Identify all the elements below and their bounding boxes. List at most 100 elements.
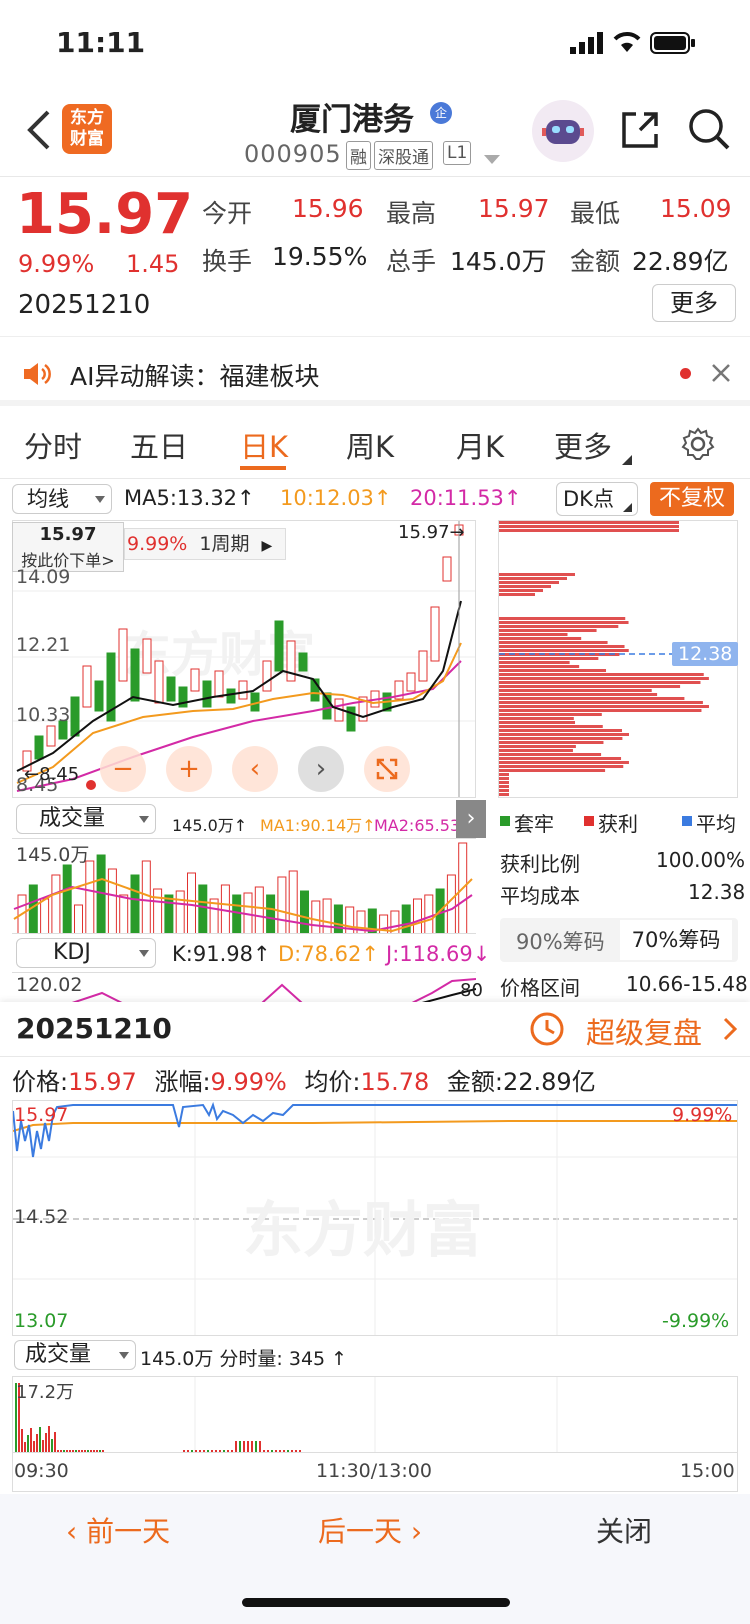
vol-value: 145.0万↑ bbox=[172, 816, 248, 835]
next-day-button[interactable]: 后一天 › bbox=[318, 1510, 422, 1550]
intraday-chart[interactable]: 东方财富 bbox=[12, 1100, 738, 1336]
intraday-volume-bar bbox=[24, 1442, 26, 1452]
candle bbox=[130, 648, 140, 702]
profit-ratio-value: 100.00% bbox=[656, 848, 745, 872]
dropdown-icon[interactable] bbox=[484, 150, 500, 169]
tab-monthly-k[interactable]: 月K bbox=[456, 424, 504, 466]
intraday-volume-bar bbox=[235, 1441, 237, 1452]
volume-bar bbox=[141, 860, 151, 933]
chip-bar bbox=[499, 641, 608, 644]
share-icon[interactable] bbox=[618, 108, 662, 156]
intraday-vol-top: 17.2万 bbox=[16, 1382, 75, 1403]
volume-bar bbox=[62, 864, 72, 933]
intraday-info-row: 价格:15.97 涨幅:9.99% 均价:15.78 金额:22.89亿 bbox=[12, 1068, 596, 1096]
low-marker: ←8.45 bbox=[24, 764, 80, 785]
chip-bar bbox=[499, 701, 703, 704]
volume-bar bbox=[187, 872, 196, 933]
ma-selector[interactable]: 均线 bbox=[12, 484, 112, 514]
intraday-volume-selector[interactable]: 成交量 bbox=[14, 1340, 136, 1370]
scroll-left-button[interactable]: ‹ bbox=[232, 746, 278, 792]
signal-icon bbox=[570, 32, 606, 58]
back-icon[interactable] bbox=[24, 108, 52, 156]
zoom-in-button[interactable]: + bbox=[166, 746, 212, 792]
volume-selector[interactable]: 成交量 bbox=[16, 804, 156, 834]
chip-bar bbox=[499, 757, 622, 760]
vol-ma1: MA1:90.14万↑ bbox=[260, 816, 376, 835]
volume-bar bbox=[322, 898, 332, 933]
tab-more[interactable]: 更多 bbox=[554, 424, 612, 466]
candle bbox=[202, 680, 212, 708]
close-button[interactable]: 关闭 bbox=[596, 1510, 652, 1550]
intraday-volume-bar bbox=[33, 1441, 35, 1452]
ai-banner-text[interactable]: AI异动解读：福建板块 bbox=[70, 357, 319, 393]
avg-cost-row-label: 平均成本 bbox=[500, 884, 580, 908]
intraday-volume-bar bbox=[39, 1427, 41, 1452]
chip-bar bbox=[499, 661, 570, 664]
value-low: 15.09 bbox=[660, 194, 732, 223]
value-amount: 22.89亿 bbox=[632, 247, 729, 276]
chip-bar bbox=[499, 585, 551, 588]
wifi-icon bbox=[612, 30, 642, 58]
side-expand-button[interactable]: › bbox=[456, 800, 486, 838]
kdj-d: D:78.62↑ bbox=[278, 942, 379, 966]
intraday-volume-bar bbox=[45, 1433, 47, 1452]
tab-five-day[interactable]: 五日 bbox=[130, 424, 188, 466]
volume-bar bbox=[266, 894, 276, 933]
chip-bar bbox=[499, 737, 623, 740]
low-dot bbox=[86, 780, 96, 790]
chip-bar bbox=[499, 769, 606, 772]
volume-bar bbox=[413, 898, 422, 933]
volume-bar bbox=[277, 876, 287, 933]
price-tooltip[interactable]: 15.97 按此价下单> bbox=[12, 522, 124, 572]
close-icon[interactable] bbox=[710, 362, 732, 388]
intraday-volume-bar bbox=[54, 1432, 56, 1452]
candle bbox=[274, 620, 284, 672]
avg-cost-row-value: 12.38 bbox=[688, 880, 746, 904]
chip-bar bbox=[499, 593, 535, 596]
tab-intraday[interactable]: 分时 bbox=[24, 424, 82, 466]
tab-daily-k[interactable]: 日K bbox=[240, 424, 288, 466]
time-mid: 11:30/13:00 bbox=[316, 1460, 432, 1482]
replay-clock-icon[interactable] bbox=[528, 1010, 566, 1052]
tag-level: L1 bbox=[443, 141, 472, 165]
tab-chip-70[interactable]: 70%筹码 bbox=[620, 920, 732, 960]
label-high: 最高 bbox=[386, 199, 437, 228]
volume-bar bbox=[333, 904, 343, 933]
dk-point-button[interactable]: DK点 bbox=[556, 482, 638, 516]
chip-bar bbox=[499, 793, 509, 796]
label-turnover: 换手 bbox=[202, 247, 253, 276]
chip-bar bbox=[499, 717, 574, 720]
tab-chip-90[interactable]: 90%筹码 bbox=[516, 926, 605, 956]
search-icon[interactable] bbox=[686, 106, 732, 156]
fullscreen-icon[interactable] bbox=[364, 746, 410, 792]
super-replay-link[interactable]: 超级复盘 bbox=[586, 1010, 702, 1052]
volume-bar bbox=[175, 890, 185, 933]
replay-chevron-icon[interactable] bbox=[722, 1016, 738, 1046]
chip-bar bbox=[499, 637, 582, 640]
chip-bar bbox=[499, 629, 597, 632]
no-adjust-button[interactable]: 不复权 bbox=[650, 482, 734, 516]
more-button[interactable]: 更多 bbox=[652, 284, 736, 322]
zoom-out-button[interactable]: − bbox=[100, 746, 146, 792]
app-logo[interactable]: 东方 财富 bbox=[62, 104, 112, 154]
chip-bar bbox=[499, 785, 509, 788]
prev-day-button[interactable]: ‹ 前一天 bbox=[66, 1510, 170, 1550]
stock-code: 000905 bbox=[244, 140, 342, 168]
tab-weekly-k[interactable]: 周K bbox=[346, 424, 394, 466]
candle bbox=[238, 680, 248, 700]
kdj-selector[interactable]: KDJ bbox=[16, 938, 156, 968]
candle bbox=[430, 606, 440, 662]
period-info[interactable]: 9.99% 1周期 ▶ bbox=[124, 528, 286, 560]
scroll-right-button[interactable]: › bbox=[298, 746, 344, 792]
tag-connect: 深股通 bbox=[374, 141, 433, 170]
tag-margin: 融 bbox=[346, 141, 371, 170]
chevron-right-icon: › bbox=[402, 1515, 423, 1548]
volume-bar bbox=[254, 886, 264, 933]
settings-gear-icon[interactable] bbox=[680, 426, 716, 466]
active-tab-indicator bbox=[240, 466, 286, 470]
robot-avatar[interactable] bbox=[532, 100, 594, 162]
chip-bar bbox=[499, 685, 681, 688]
chip-bar bbox=[499, 721, 576, 724]
chip-bar bbox=[499, 753, 602, 756]
intraday-volume-bar bbox=[27, 1435, 29, 1452]
